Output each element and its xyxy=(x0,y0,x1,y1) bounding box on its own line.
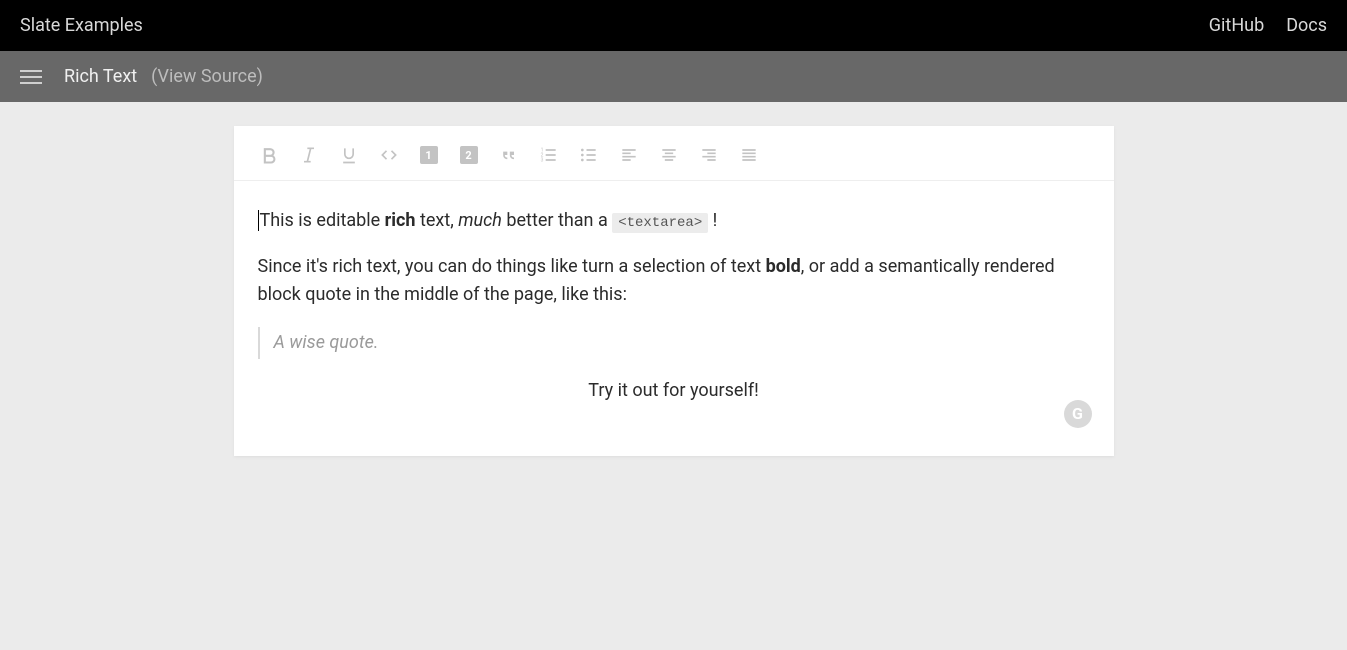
code-icon[interactable] xyxy=(378,144,400,166)
view-source-link[interactable]: (View Source) xyxy=(151,66,263,87)
underline-icon[interactable] xyxy=(338,144,360,166)
blockquote[interactable]: A wise quote. xyxy=(258,327,1090,359)
numbered-list-icon[interactable]: 123 xyxy=(538,144,560,166)
grammarly-icon[interactable]: G xyxy=(1064,400,1092,428)
topbar-links: GitHub Docs xyxy=(1209,15,1327,36)
blockquote-icon[interactable] xyxy=(498,144,520,166)
toolbar: 1 2 123 xyxy=(234,126,1114,181)
menu-icon[interactable] xyxy=(20,66,42,88)
heading-one-label: 1 xyxy=(420,146,438,164)
heading-two-icon[interactable]: 2 xyxy=(458,144,480,166)
heading-two-label: 2 xyxy=(460,146,478,164)
bold-text[interactable]: bold xyxy=(766,256,801,277)
svg-text:3: 3 xyxy=(540,158,543,164)
editor-card: 1 2 123 xyxy=(234,126,1114,456)
text-span[interactable]: better than a xyxy=(502,210,612,231)
bulleted-list-icon[interactable] xyxy=(578,144,600,166)
text-span[interactable]: This is editable xyxy=(258,210,385,231)
text-span[interactable]: ! xyxy=(708,210,717,231)
text-span[interactable]: Try it out for yourself! xyxy=(588,380,758,401)
align-justify-icon[interactable] xyxy=(738,144,760,166)
bold-text[interactable]: rich xyxy=(385,210,416,231)
quote-text[interactable]: A wise quote. xyxy=(274,332,379,353)
heading-one-icon[interactable]: 1 xyxy=(418,144,440,166)
code-text[interactable]: <textarea> xyxy=(612,213,708,233)
paragraph[interactable]: This is editable rich text, much better … xyxy=(258,207,1090,235)
align-center-icon[interactable] xyxy=(658,144,680,166)
italic-text[interactable]: much xyxy=(458,210,502,231)
example-title: Rich Text xyxy=(64,66,137,87)
text-span[interactable]: Since it's rich text, you can do things … xyxy=(258,256,766,277)
page-body: 1 2 123 xyxy=(0,102,1347,480)
italic-icon[interactable] xyxy=(298,144,320,166)
brand-title: Slate Examples xyxy=(20,15,143,36)
text-span[interactable]: text, xyxy=(416,210,459,231)
docs-link[interactable]: Docs xyxy=(1286,15,1327,36)
align-left-icon[interactable] xyxy=(618,144,640,166)
bold-icon[interactable] xyxy=(258,144,280,166)
grammarly-letter: G xyxy=(1072,402,1083,427)
paragraph[interactable]: Since it's rich text, you can do things … xyxy=(258,253,1090,309)
editable-content[interactable]: This is editable rich text, much better … xyxy=(234,181,1114,456)
github-link[interactable]: GitHub xyxy=(1209,15,1264,36)
paragraph-centered[interactable]: Try it out for yourself! xyxy=(258,377,1090,405)
align-right-icon[interactable] xyxy=(698,144,720,166)
topbar: Slate Examples GitHub Docs xyxy=(0,0,1347,51)
subbar: Rich Text (View Source) xyxy=(0,51,1347,102)
